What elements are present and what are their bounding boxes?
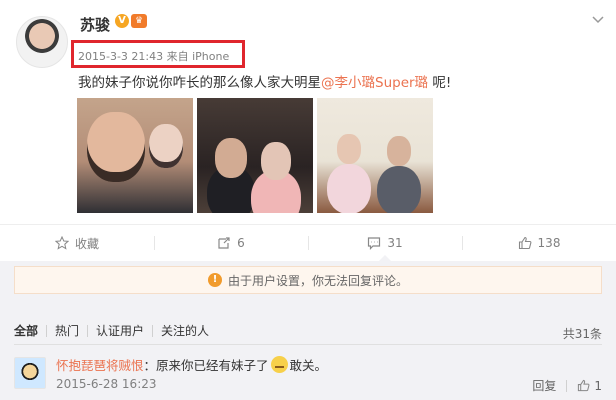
reply-button[interactable]: 回复 [532,377,556,394]
repost-icon [218,237,230,249]
comment-divider [14,344,602,345]
post-text-end: 呢! [428,75,452,91]
favorite-button[interactable]: 收藏 [0,225,154,261]
comment-time: 2015-6-28 16:23 [56,377,157,391]
comment-button[interactable]: 31 [308,225,462,261]
highlight-annotation-box [71,40,245,68]
user-avatar[interactable] [16,16,68,68]
post-action-bar: 收藏 6 31 138 [0,225,616,261]
comment-text-end: 敢关。 [289,358,328,373]
filter-verified[interactable]: 认证用户 [87,325,152,337]
favorite-label: 收藏 [74,236,99,251]
comment-filter-bar: 全部 热门 认证用户 关注的人 [14,325,217,337]
commenter-name[interactable]: 怀抱琵琶将贼恨 [56,355,144,374]
filter-all[interactable]: 全部 [14,325,46,337]
star-icon [54,236,69,250]
thumbs-up-icon [518,236,531,250]
commenter-avatar[interactable] [14,357,46,389]
comment-count: 31 [387,236,403,250]
chevron-down-icon[interactable] [592,14,604,27]
repost-button[interactable]: 6 [154,225,308,261]
thumbs-up-icon[interactable] [577,379,590,392]
post-text: 我的妹子你说你咋长的那么像人家大明星@李小璐Super璐 呢! [78,71,451,91]
post-photo-1[interactable] [77,98,193,213]
like-count: 138 [537,236,561,250]
warning-icon: ! [207,273,222,287]
verified-badge-icon: V [115,14,129,28]
member-crown-icon: ♛ [131,14,147,28]
comment-notice: ! 由于用户设置，你无法回复评论。 [14,266,602,294]
comment-total: 共31条 [562,327,602,341]
notice-text: 由于用户设置，你无法回复评论。 [227,273,408,288]
comment-actions: 回复 1 [532,377,602,394]
comment-item: 怀抱琵琶将贼恨 ：原来你已经有妹子了 敢关。 [56,355,327,374]
filter-following[interactable]: 关注的人 [152,325,217,337]
comment-like-count: 1 [594,378,602,393]
post-mention-link[interactable]: @李小璐Super璐 [321,75,428,91]
post-photos [77,98,433,213]
comment-text: ：原来你已经有妹子了 [143,358,269,373]
like-button[interactable]: 138 [462,225,616,261]
post-text-main: 我的妹子你说你咋长的那么像人家大明星 [78,75,321,91]
post-photo-2[interactable] [197,98,313,213]
emoji-icon [270,356,288,373]
filter-hot[interactable]: 热门 [46,325,87,337]
post-photo-3[interactable] [317,98,433,213]
comment-icon [368,237,381,250]
comment-action-separator [566,379,568,392]
repost-count: 6 [237,236,245,250]
post-username[interactable]: 苏骏 [80,14,110,35]
